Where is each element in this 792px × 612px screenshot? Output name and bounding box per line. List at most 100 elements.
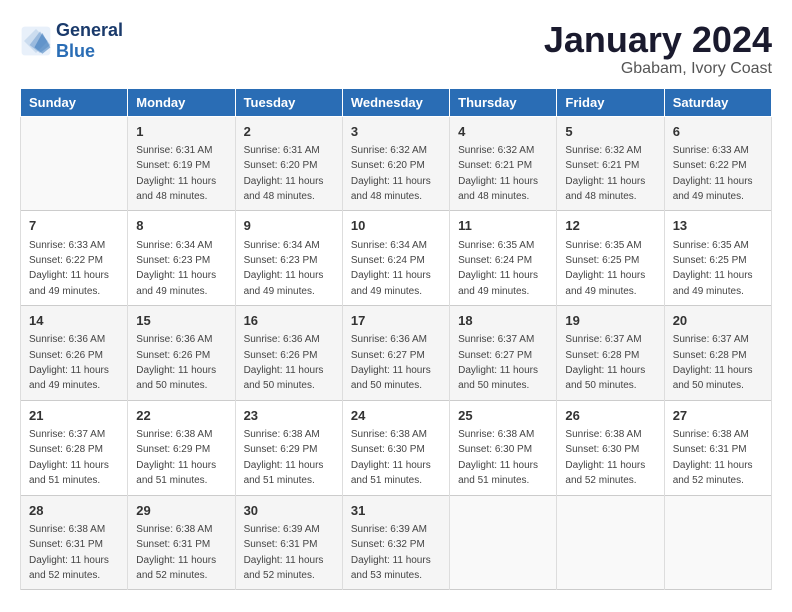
- day-number: 2: [244, 123, 334, 141]
- calendar-cell: 24 Sunrise: 6:38 AMSunset: 6:30 PMDaylig…: [342, 400, 449, 495]
- day-info: Sunrise: 6:38 AMSunset: 6:29 PMDaylight:…: [244, 429, 324, 486]
- calendar-cell: 5 Sunrise: 6:32 AMSunset: 6:21 PMDayligh…: [557, 116, 664, 211]
- day-number: 18: [458, 312, 548, 330]
- calendar-cell: 13 Sunrise: 6:35 AMSunset: 6:25 PMDaylig…: [664, 211, 771, 306]
- calendar-cell: 12 Sunrise: 6:35 AMSunset: 6:25 PMDaylig…: [557, 211, 664, 306]
- calendar-week-row: 7 Sunrise: 6:33 AMSunset: 6:22 PMDayligh…: [21, 211, 772, 306]
- column-header-thursday: Thursday: [450, 88, 557, 116]
- day-number: 28: [29, 502, 119, 520]
- calendar-week-row: 1 Sunrise: 6:31 AMSunset: 6:19 PMDayligh…: [21, 116, 772, 211]
- day-number: 22: [136, 407, 226, 425]
- calendar-week-row: 14 Sunrise: 6:36 AMSunset: 6:26 PMDaylig…: [21, 306, 772, 401]
- calendar-cell: 21 Sunrise: 6:37 AMSunset: 6:28 PMDaylig…: [21, 400, 128, 495]
- day-number: 29: [136, 502, 226, 520]
- calendar-week-row: 28 Sunrise: 6:38 AMSunset: 6:31 PMDaylig…: [21, 495, 772, 590]
- day-info: Sunrise: 6:38 AMSunset: 6:30 PMDaylight:…: [458, 429, 538, 486]
- calendar-cell: 16 Sunrise: 6:36 AMSunset: 6:26 PMDaylig…: [235, 306, 342, 401]
- column-header-saturday: Saturday: [664, 88, 771, 116]
- day-info: Sunrise: 6:32 AMSunset: 6:21 PMDaylight:…: [565, 145, 645, 202]
- day-info: Sunrise: 6:39 AMSunset: 6:32 PMDaylight:…: [351, 524, 431, 581]
- day-number: 19: [565, 312, 655, 330]
- day-info: Sunrise: 6:38 AMSunset: 6:29 PMDaylight:…: [136, 429, 216, 486]
- calendar-week-row: 21 Sunrise: 6:37 AMSunset: 6:28 PMDaylig…: [21, 400, 772, 495]
- calendar-cell: 8 Sunrise: 6:34 AMSunset: 6:23 PMDayligh…: [128, 211, 235, 306]
- calendar-cell: 25 Sunrise: 6:38 AMSunset: 6:30 PMDaylig…: [450, 400, 557, 495]
- day-info: Sunrise: 6:37 AMSunset: 6:28 PMDaylight:…: [565, 334, 645, 391]
- day-number: 9: [244, 217, 334, 235]
- day-number: 3: [351, 123, 441, 141]
- calendar-cell: [450, 495, 557, 590]
- day-number: 15: [136, 312, 226, 330]
- day-number: 12: [565, 217, 655, 235]
- day-info: Sunrise: 6:33 AMSunset: 6:22 PMDaylight:…: [29, 240, 109, 297]
- calendar-cell: 4 Sunrise: 6:32 AMSunset: 6:21 PMDayligh…: [450, 116, 557, 211]
- calendar-cell: [557, 495, 664, 590]
- calendar-cell: 27 Sunrise: 6:38 AMSunset: 6:31 PMDaylig…: [664, 400, 771, 495]
- day-number: 10: [351, 217, 441, 235]
- day-info: Sunrise: 6:38 AMSunset: 6:30 PMDaylight:…: [351, 429, 431, 486]
- day-number: 24: [351, 407, 441, 425]
- logo: General Blue: [20, 20, 123, 62]
- calendar-header-row: SundayMondayTuesdayWednesdayThursdayFrid…: [21, 88, 772, 116]
- day-info: Sunrise: 6:37 AMSunset: 6:28 PMDaylight:…: [673, 334, 753, 391]
- calendar-subtitle: Gbabam, Ivory Coast: [544, 60, 772, 78]
- calendar-cell: 31 Sunrise: 6:39 AMSunset: 6:32 PMDaylig…: [342, 495, 449, 590]
- day-info: Sunrise: 6:32 AMSunset: 6:20 PMDaylight:…: [351, 145, 431, 202]
- calendar-cell: 2 Sunrise: 6:31 AMSunset: 6:20 PMDayligh…: [235, 116, 342, 211]
- title-block: January 2024 Gbabam, Ivory Coast: [544, 20, 772, 78]
- calendar-cell: 28 Sunrise: 6:38 AMSunset: 6:31 PMDaylig…: [21, 495, 128, 590]
- calendar-cell: 19 Sunrise: 6:37 AMSunset: 6:28 PMDaylig…: [557, 306, 664, 401]
- day-number: 4: [458, 123, 548, 141]
- day-info: Sunrise: 6:36 AMSunset: 6:27 PMDaylight:…: [351, 334, 431, 391]
- calendar-cell: 9 Sunrise: 6:34 AMSunset: 6:23 PMDayligh…: [235, 211, 342, 306]
- calendar-cell: [21, 116, 128, 211]
- calendar-cell: [664, 495, 771, 590]
- day-info: Sunrise: 6:36 AMSunset: 6:26 PMDaylight:…: [244, 334, 324, 391]
- day-info: Sunrise: 6:35 AMSunset: 6:24 PMDaylight:…: [458, 240, 538, 297]
- day-number: 7: [29, 217, 119, 235]
- calendar-cell: 17 Sunrise: 6:36 AMSunset: 6:27 PMDaylig…: [342, 306, 449, 401]
- day-number: 13: [673, 217, 763, 235]
- calendar-cell: 11 Sunrise: 6:35 AMSunset: 6:24 PMDaylig…: [450, 211, 557, 306]
- day-number: 26: [565, 407, 655, 425]
- day-number: 30: [244, 502, 334, 520]
- day-number: 16: [244, 312, 334, 330]
- day-number: 17: [351, 312, 441, 330]
- day-info: Sunrise: 6:32 AMSunset: 6:21 PMDaylight:…: [458, 145, 538, 202]
- day-number: 14: [29, 312, 119, 330]
- day-info: Sunrise: 6:36 AMSunset: 6:26 PMDaylight:…: [136, 334, 216, 391]
- calendar-cell: 1 Sunrise: 6:31 AMSunset: 6:19 PMDayligh…: [128, 116, 235, 211]
- day-info: Sunrise: 6:31 AMSunset: 6:19 PMDaylight:…: [136, 145, 216, 202]
- day-info: Sunrise: 6:39 AMSunset: 6:31 PMDaylight:…: [244, 524, 324, 581]
- calendar-cell: 10 Sunrise: 6:34 AMSunset: 6:24 PMDaylig…: [342, 211, 449, 306]
- day-info: Sunrise: 6:37 AMSunset: 6:28 PMDaylight:…: [29, 429, 109, 486]
- calendar-cell: 15 Sunrise: 6:36 AMSunset: 6:26 PMDaylig…: [128, 306, 235, 401]
- day-info: Sunrise: 6:38 AMSunset: 6:31 PMDaylight:…: [136, 524, 216, 581]
- day-info: Sunrise: 6:37 AMSunset: 6:27 PMDaylight:…: [458, 334, 538, 391]
- day-number: 21: [29, 407, 119, 425]
- day-info: Sunrise: 6:34 AMSunset: 6:24 PMDaylight:…: [351, 240, 431, 297]
- calendar-cell: 3 Sunrise: 6:32 AMSunset: 6:20 PMDayligh…: [342, 116, 449, 211]
- calendar-cell: 23 Sunrise: 6:38 AMSunset: 6:29 PMDaylig…: [235, 400, 342, 495]
- day-info: Sunrise: 6:33 AMSunset: 6:22 PMDaylight:…: [673, 145, 753, 202]
- day-number: 1: [136, 123, 226, 141]
- day-number: 6: [673, 123, 763, 141]
- day-info: Sunrise: 6:34 AMSunset: 6:23 PMDaylight:…: [244, 240, 324, 297]
- calendar-cell: 26 Sunrise: 6:38 AMSunset: 6:30 PMDaylig…: [557, 400, 664, 495]
- day-info: Sunrise: 6:31 AMSunset: 6:20 PMDaylight:…: [244, 145, 324, 202]
- calendar-cell: 30 Sunrise: 6:39 AMSunset: 6:31 PMDaylig…: [235, 495, 342, 590]
- calendar-cell: 7 Sunrise: 6:33 AMSunset: 6:22 PMDayligh…: [21, 211, 128, 306]
- calendar-table: SundayMondayTuesdayWednesdayThursdayFrid…: [20, 88, 772, 591]
- day-number: 27: [673, 407, 763, 425]
- day-number: 23: [244, 407, 334, 425]
- day-info: Sunrise: 6:35 AMSunset: 6:25 PMDaylight:…: [565, 240, 645, 297]
- column-header-tuesday: Tuesday: [235, 88, 342, 116]
- day-number: 5: [565, 123, 655, 141]
- day-number: 11: [458, 217, 548, 235]
- calendar-cell: 22 Sunrise: 6:38 AMSunset: 6:29 PMDaylig…: [128, 400, 235, 495]
- column-header-wednesday: Wednesday: [342, 88, 449, 116]
- calendar-cell: 14 Sunrise: 6:36 AMSunset: 6:26 PMDaylig…: [21, 306, 128, 401]
- calendar-cell: 29 Sunrise: 6:38 AMSunset: 6:31 PMDaylig…: [128, 495, 235, 590]
- calendar-cell: 20 Sunrise: 6:37 AMSunset: 6:28 PMDaylig…: [664, 306, 771, 401]
- day-info: Sunrise: 6:36 AMSunset: 6:26 PMDaylight:…: [29, 334, 109, 391]
